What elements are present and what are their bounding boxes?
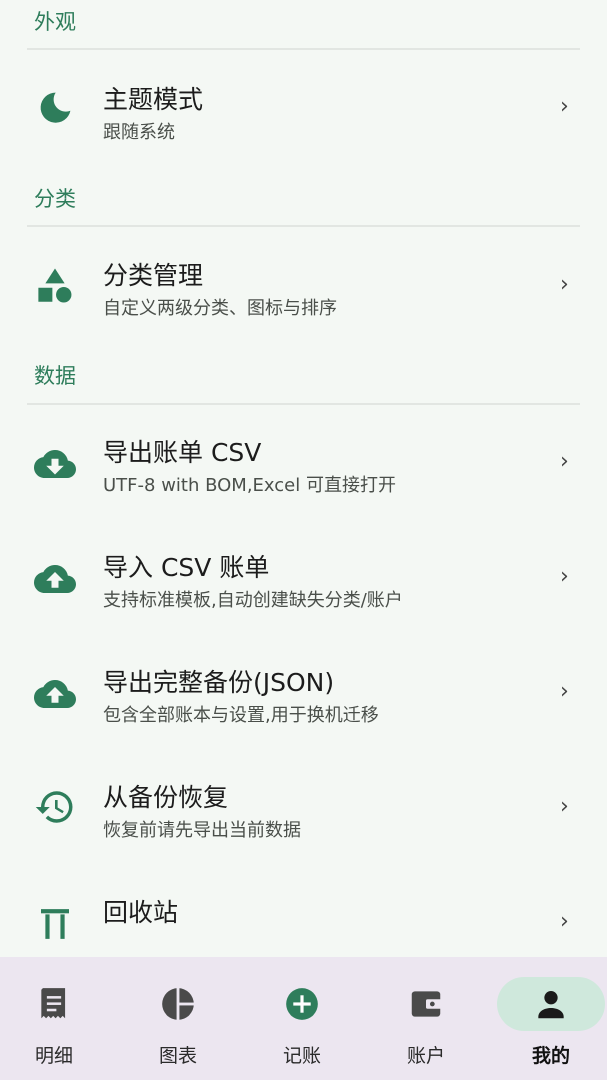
nav-label: 记账 [282, 1045, 321, 1067]
chevron-right-icon: › [560, 564, 569, 589]
settings-list: 外观 主题模式 跟随系统 › 分类 分类管理 自定义两级分类、图标与排序 › 数… [0, 0, 607, 957]
shapes-icon [34, 265, 76, 307]
theme-mode-row[interactable]: 主题模式 跟随系统 › [0, 58, 607, 158]
pie-chart-icon [159, 985, 197, 1023]
wallet-icon [407, 985, 445, 1023]
nav-label: 账户 [406, 1045, 445, 1067]
category-manage-row[interactable]: 分类管理 自定义两级分类、图标与排序 › [0, 236, 607, 336]
nav-item-accounts[interactable]: 账户 [372, 957, 493, 1080]
row-title: 导出账单 CSV [103, 438, 262, 467]
nav-item-details[interactable]: 明细 [0, 957, 121, 1080]
row-title: 导出完整备份(JSON) [103, 668, 335, 697]
chevron-right-icon: › [560, 94, 569, 119]
chevron-right-icon: › [560, 449, 569, 474]
section-header-data: 数据 [34, 364, 76, 388]
chevron-right-icon: › [560, 909, 569, 934]
row-subtitle: 自定义两级分类、图标与排序 [103, 298, 337, 319]
moon-icon [34, 87, 76, 129]
nav-item-mine[interactable]: 我的 [497, 957, 607, 1080]
row-subtitle: 跟随系统 [103, 122, 175, 143]
divider [27, 403, 580, 405]
divider [27, 48, 580, 50]
row-title: 导入 CSV 账单 [103, 553, 270, 582]
receipt-icon [35, 985, 73, 1023]
row-title: 回收站 [103, 898, 179, 927]
nav-item-charts[interactable]: 图表 [124, 957, 245, 1080]
section-header-category: 分类 [34, 187, 76, 211]
recycle-bin-row[interactable]: 回收站 › [0, 873, 607, 957]
cloud-upload-icon [34, 558, 76, 600]
cloud-upload-icon [34, 673, 76, 715]
row-title: 从备份恢复 [103, 783, 229, 812]
trash-icon [34, 903, 76, 945]
cloud-download-icon [34, 443, 76, 485]
section-header-appearance: 外观 [34, 10, 76, 34]
import-csv-row[interactable]: 导入 CSV 账单 支持标准模板,自动创建缺失分类/账户 › [0, 528, 607, 628]
export-backup-row[interactable]: 导出完整备份(JSON) 包含全部账本与设置,用于换机迁移 › [0, 643, 607, 743]
row-subtitle: 包含全部账本与设置,用于换机迁移 [103, 705, 379, 726]
row-title: 主题模式 [103, 85, 204, 114]
chevron-right-icon: › [560, 679, 569, 704]
chevron-right-icon: › [560, 794, 569, 819]
row-subtitle: UTF-8 with BOM,Excel 可直接打开 [103, 475, 396, 496]
nav-label: 我的 [531, 1045, 570, 1067]
row-title: 分类管理 [103, 261, 204, 290]
nav-label: 图表 [158, 1045, 197, 1067]
divider [27, 225, 580, 227]
row-subtitle: 恢复前请先导出当前数据 [103, 820, 301, 841]
restore-backup-row[interactable]: 从备份恢复 恢复前请先导出当前数据 › [0, 758, 607, 858]
add-circle-icon [283, 985, 321, 1023]
export-csv-row[interactable]: 导出账单 CSV UTF-8 with BOM,Excel 可直接打开 › [0, 413, 607, 513]
nav-item-record[interactable]: 记账 [248, 957, 369, 1080]
chevron-right-icon: › [560, 272, 569, 297]
person-icon [532, 985, 570, 1023]
history-icon [34, 786, 76, 828]
row-subtitle: 支持标准模板,自动创建缺失分类/账户 [103, 590, 403, 611]
nav-label: 明细 [34, 1045, 73, 1067]
bottom-navigation: 明细 图表 记账 账户 我的 [0, 957, 607, 1080]
